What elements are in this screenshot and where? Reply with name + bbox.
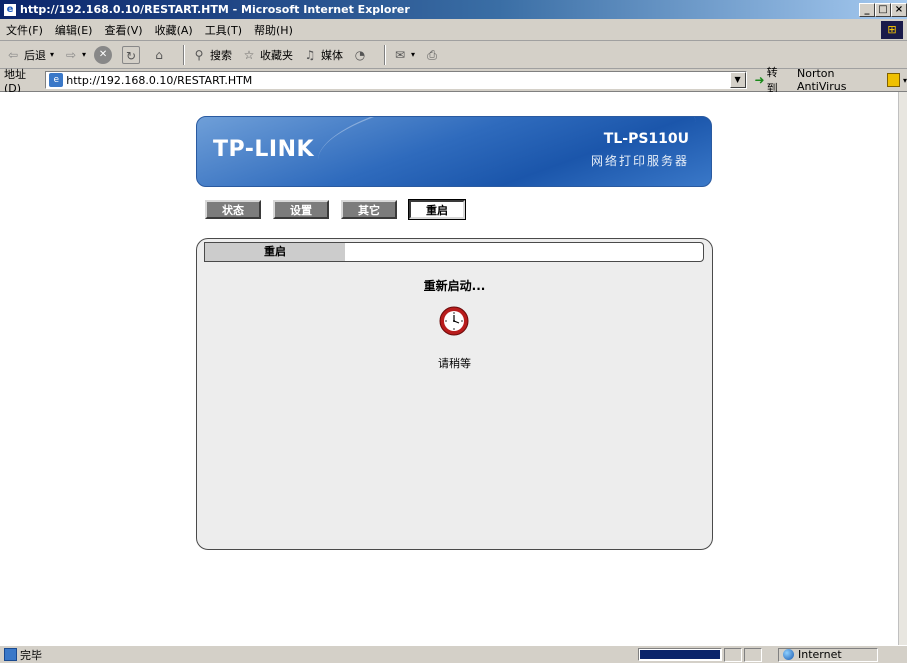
progress-bar: [638, 648, 722, 661]
menu-favorites[interactable]: 收藏(A): [155, 22, 193, 38]
window-title-bar: e http://192.168.0.10/RESTART.HTM - Micr…: [0, 0, 907, 19]
chevron-down-icon: ▾: [50, 50, 55, 59]
back-label: 后退: [24, 48, 46, 62]
stop-button[interactable]: ✕: [94, 45, 114, 64]
mail-button[interactable]: ✉ ▾: [391, 46, 415, 64]
norton-label: Norton AntiVirus: [797, 67, 847, 93]
menu-edit[interactable]: 编辑(E): [55, 22, 93, 38]
status-cell: [724, 647, 742, 662]
menu-bar: 文件(F) 编辑(E) 查看(V) 收藏(A) 工具(T) 帮助(H) ⊞: [0, 19, 907, 41]
chevron-down-icon: ▾: [82, 50, 87, 59]
device-model: TL-PS110U: [603, 131, 689, 147]
back-button[interactable]: ⇦ 后退 ▾: [4, 46, 54, 64]
back-arrow-icon: ⇦: [7, 47, 19, 62]
menu-help[interactable]: 帮助(H): [254, 22, 293, 38]
media-button[interactable]: ♫ 媒体: [301, 46, 343, 64]
close-button[interactable]: ×: [891, 2, 907, 17]
page-done-icon: [4, 648, 17, 661]
print-icon: ⎙: [427, 47, 437, 62]
device-subtitle: 网络打印服务器: [590, 154, 689, 168]
norton-toolbar[interactable]: Norton AntiVirus ▾: [797, 67, 907, 93]
restart-message: 重新启动...: [423, 279, 486, 293]
favorites-button[interactable]: ☆ 收藏夹: [240, 46, 293, 64]
forward-button[interactable]: ⇨ ▾: [62, 46, 86, 64]
address-input[interactable]: e http://192.168.0.10/RESTART.HTM ▼: [45, 71, 747, 89]
media-icon: ♫: [304, 47, 316, 62]
tab-restart[interactable]: 重启: [408, 199, 466, 220]
status-text-area: 完毕: [0, 647, 636, 663]
search-button[interactable]: ⚲ 搜索: [190, 46, 232, 64]
security-zone: Internet: [778, 647, 878, 662]
panel-header: 重启: [204, 242, 704, 262]
tab-settings[interactable]: 设置: [273, 200, 329, 219]
forward-arrow-icon: ⇨: [65, 47, 77, 62]
header-banner: TP-LINK TL-PS110U 网络打印服务器: [196, 116, 712, 187]
status-bar: 完毕 Internet: [0, 645, 907, 663]
refresh-button[interactable]: ↻: [122, 45, 142, 64]
toolbar-separator: [183, 44, 186, 65]
window-controls: _ □ ×: [859, 2, 907, 17]
maximize-button[interactable]: □: [875, 2, 891, 17]
chevron-down-icon: ▾: [411, 50, 416, 59]
ie-icon: e: [3, 2, 17, 17]
window-title: http://192.168.0.10/RESTART.HTM - Micros…: [20, 3, 410, 16]
address-label: 地址(D): [4, 67, 26, 95]
media-label: 媒体: [321, 48, 344, 62]
search-label: 搜索: [210, 48, 233, 62]
vertical-scrollbar[interactable]: [898, 92, 907, 645]
history-icon: ◔: [354, 47, 366, 62]
search-icon: ⚲: [194, 47, 204, 62]
menu-file[interactable]: 文件(F): [6, 22, 43, 38]
panel-title: 重启: [205, 243, 345, 261]
favorites-folder-icon: ☆: [243, 47, 255, 62]
address-url: http://192.168.0.10/RESTART.HTM: [66, 73, 253, 87]
mail-icon: ✉: [395, 47, 406, 62]
minimize-button[interactable]: _: [859, 2, 875, 17]
menu-view[interactable]: 查看(V): [104, 22, 142, 38]
restart-panel: 重启 重新启动... 请稍等: [196, 238, 713, 550]
norton-icon: [886, 73, 900, 87]
tab-other[interactable]: 其它: [341, 200, 397, 219]
nav-tabs: 状态 设置 其它 重启: [205, 199, 466, 220]
status-text: 完毕: [20, 648, 42, 662]
address-dropdown-icon[interactable]: ▼: [729, 72, 746, 88]
address-bar: 地址(D) e http://192.168.0.10/RESTART.HTM …: [0, 66, 907, 95]
print-button[interactable]: ⎙: [423, 46, 443, 64]
chevron-down-icon: ▾: [902, 75, 907, 85]
history-button[interactable]: ◔: [351, 46, 371, 64]
windows-logo-icon: ⊞: [881, 21, 903, 39]
home-icon: ⌂: [155, 47, 163, 62]
tp-link-logo: TP-LINK: [213, 137, 315, 162]
favorites-label: 收藏夹: [260, 48, 294, 62]
refresh-icon: ↻: [122, 45, 141, 64]
globe-icon: [783, 649, 794, 660]
status-cell: [744, 647, 762, 662]
zone-label: Internet: [798, 648, 842, 661]
progress-fill: [640, 650, 720, 659]
stop-icon: ✕: [94, 45, 113, 64]
wait-message: 请稍等: [438, 357, 471, 370]
menu-tools[interactable]: 工具(T): [205, 22, 242, 38]
page-icon: e: [49, 73, 64, 87]
clock-icon: [438, 305, 470, 337]
page-content: TP-LINK TL-PS110U 网络打印服务器 状态 设置 其它 重启 重启…: [0, 92, 898, 645]
tab-status[interactable]: 状态: [205, 200, 261, 219]
home-button[interactable]: ⌂: [150, 46, 170, 64]
toolbar-separator: [384, 44, 387, 65]
go-arrow-icon: ➜: [754, 73, 765, 87]
